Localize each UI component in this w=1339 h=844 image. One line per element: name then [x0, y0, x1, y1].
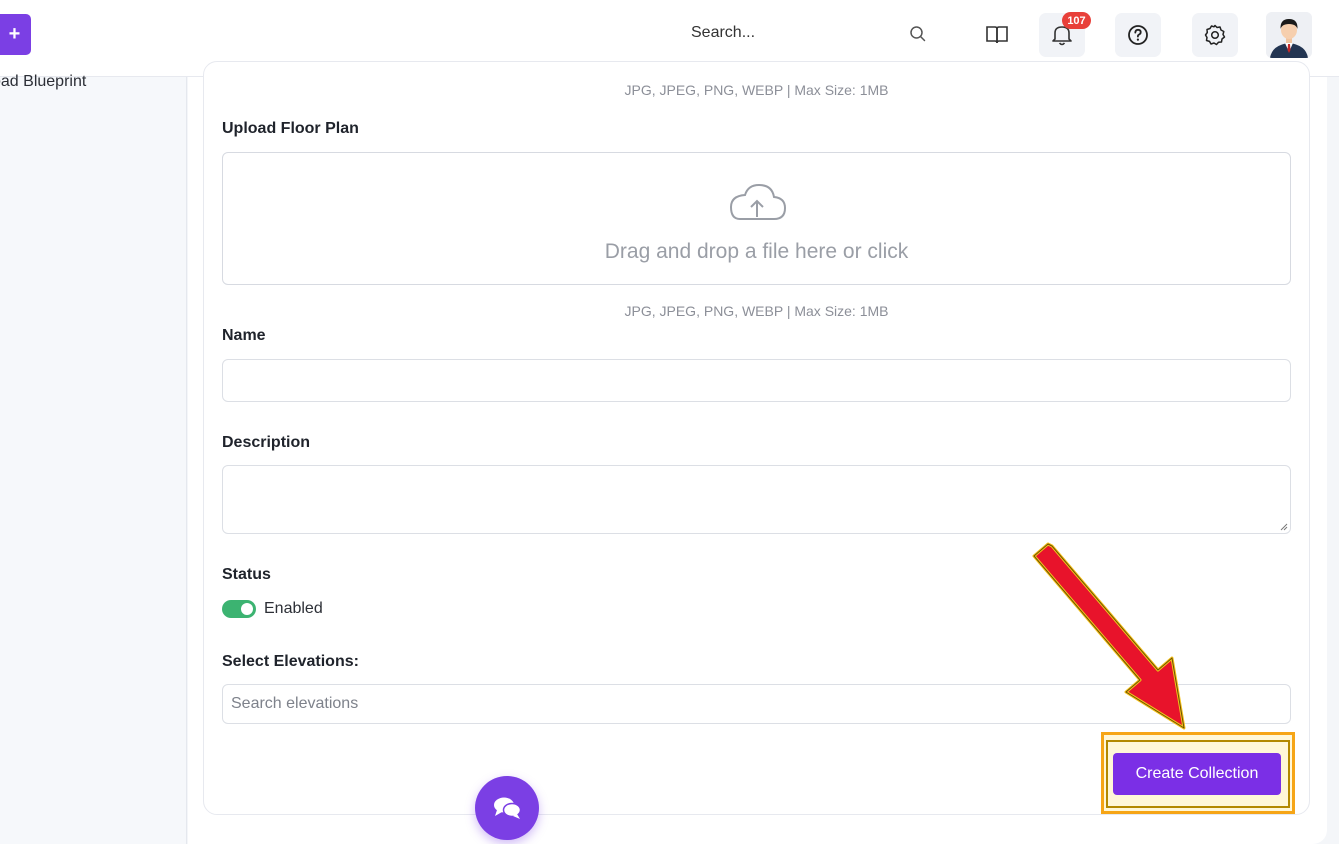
gear-icon	[1204, 24, 1226, 46]
book-icon	[986, 26, 1008, 44]
resize-grip-icon[interactable]	[1280, 523, 1288, 531]
elevations-label: Select Elevations:	[222, 653, 359, 670]
name-label: Name	[222, 327, 266, 344]
help-button[interactable]	[1115, 13, 1161, 57]
upload-hint: JPG, JPEG, PNG, WEBP | Max Size: 1MB	[624, 82, 889, 98]
name-field[interactable]	[222, 359, 1291, 402]
add-button[interactable]: +	[0, 14, 31, 55]
floor-plan-label: Upload Floor Plan	[222, 120, 359, 137]
toggle-knob	[241, 603, 253, 615]
search-icon[interactable]	[908, 24, 928, 44]
user-avatar[interactable]	[1266, 12, 1312, 58]
create-collection-button[interactable]: Create Collection	[1113, 753, 1281, 795]
chat-icon	[494, 797, 522, 819]
description-field[interactable]	[222, 465, 1291, 534]
chat-button[interactable]	[475, 776, 539, 840]
user-avatar-icon	[1266, 12, 1312, 58]
notification-badge: 107	[1062, 12, 1091, 29]
settings-button[interactable]	[1192, 13, 1238, 57]
sidebar-item-upload-blueprint[interactable]: oad Blueprint	[0, 73, 86, 91]
status-label: Status	[222, 566, 271, 583]
annotation-arrow	[1032, 542, 1186, 730]
dropzone-text: Drag and drop a file here or click	[604, 240, 909, 263]
docs-button[interactable]	[974, 13, 1020, 57]
floor-plan-dropzone[interactable]: Drag and drop a file here or click	[222, 152, 1291, 285]
status-toggle-label: Enabled	[264, 600, 323, 617]
sidebar: oad Blueprint	[0, 73, 187, 844]
description-label: Description	[222, 434, 311, 451]
search-input[interactable]: Search...	[691, 24, 755, 42]
status-toggle[interactable]	[222, 600, 256, 618]
floor-plan-hint: JPG, JPEG, PNG, WEBP | Max Size: 1MB	[624, 303, 889, 319]
help-icon	[1128, 25, 1148, 45]
cloud-upload-icon	[729, 183, 787, 220]
